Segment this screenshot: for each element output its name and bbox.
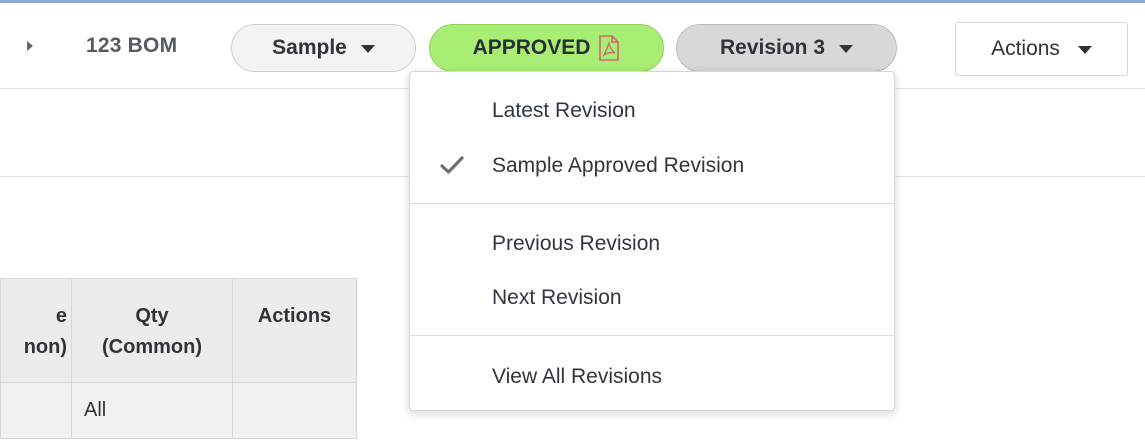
column-header-partial[interactable]: e non) [0, 278, 72, 383]
revision-pill[interactable]: Revision 3 [676, 24, 897, 72]
column-header-actions-label: Actions [257, 305, 332, 327]
table-cell-actions[interactable] [232, 382, 357, 439]
actions-button-label: Actions [991, 37, 1060, 60]
chevron-down-icon [360, 45, 375, 53]
column-header-partial-line1: e [55, 305, 67, 327]
table-cell-partial [0, 382, 72, 439]
bom-table: e non) Qty (Common) Actions All [0, 278, 357, 439]
actions-button[interactable]: Actions [955, 22, 1128, 76]
table-header-row: e non) Qty (Common) Actions [0, 278, 357, 383]
status-pill-label: APPROVED [472, 36, 591, 59]
menu-item-view-all-revisions[interactable]: View All Revisions [492, 362, 662, 392]
column-header-partial-line2: non) [23, 336, 67, 358]
pdf-icon[interactable] [598, 35, 620, 61]
menu-item-previous-revision[interactable]: Previous Revision [492, 229, 660, 259]
menu-item-next-revision[interactable]: Next Revision [492, 283, 622, 313]
sample-pill-label: Sample [272, 36, 347, 59]
page: 123 BOM Sample APPROVED Revision 3 Actio… [0, 0, 1145, 442]
column-header-qty-line1: Qty [135, 305, 169, 327]
revision-pill-label: Revision 3 [719, 36, 826, 59]
menu-divider [410, 203, 894, 204]
chevron-down-icon [839, 45, 854, 53]
column-header-qty-line2: (Common) [102, 336, 202, 358]
record-title: 123 BOM [86, 34, 178, 57]
expand-caret-icon[interactable] [27, 41, 33, 51]
check-icon [440, 156, 464, 174]
approved-status-pill[interactable]: APPROVED [429, 24, 664, 72]
chevron-down-icon [1077, 46, 1092, 54]
column-header-actions[interactable]: Actions [232, 278, 357, 383]
menu-item-latest-revision[interactable]: Latest Revision [492, 96, 636, 126]
column-header-qty[interactable]: Qty (Common) [71, 278, 233, 383]
sample-pill[interactable]: Sample [231, 24, 416, 72]
menu-item-sample-approved-revision[interactable]: Sample Approved Revision [492, 151, 744, 181]
table-row[interactable]: All [0, 382, 357, 439]
table-cell-qty: All [71, 382, 233, 439]
menu-divider [410, 335, 894, 336]
revision-dropdown-menu: Latest Revision Sample Approved Revision… [409, 71, 895, 411]
